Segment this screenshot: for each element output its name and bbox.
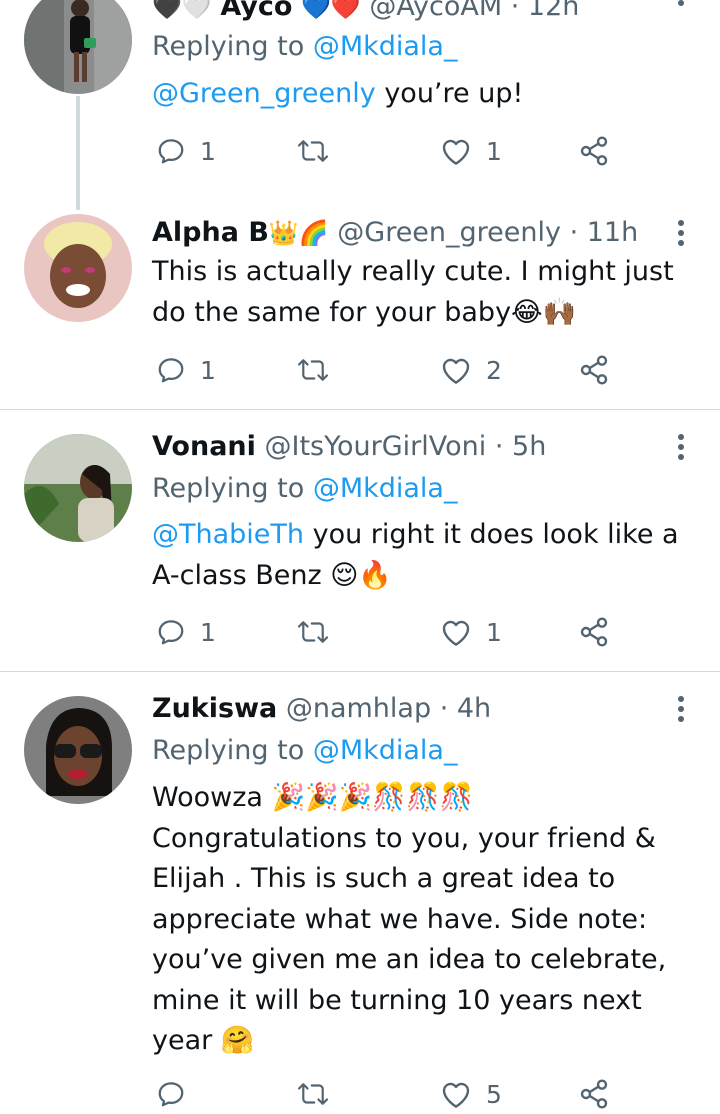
reply-button[interactable] bbox=[156, 1074, 200, 1114]
timestamp[interactable]: 11h bbox=[587, 217, 638, 248]
reply-icon bbox=[158, 1082, 184, 1107]
username[interactable]: @ItsYourGirlVoni bbox=[264, 431, 486, 462]
retweet-button[interactable] bbox=[296, 131, 344, 171]
reply-button[interactable]: 1 bbox=[156, 612, 216, 652]
tweet-text: @ThabieTh you right it does look like a … bbox=[152, 515, 697, 596]
share-icon bbox=[580, 136, 608, 166]
tweet-zukiswa[interactable]: Zukiswa @namhlap · 4h Replying to @Mkdia… bbox=[0, 672, 720, 1113]
retweet-icon bbox=[297, 140, 329, 162]
like-button[interactable]: 2 bbox=[440, 350, 502, 390]
more-icon[interactable] bbox=[678, 696, 684, 726]
username[interactable]: @AycoAM bbox=[369, 0, 502, 22]
reply-icon bbox=[158, 358, 184, 383]
like-count: 5 bbox=[486, 1079, 502, 1109]
share-icon bbox=[580, 355, 608, 385]
thread-line bbox=[76, 96, 80, 210]
share-button[interactable] bbox=[578, 1074, 610, 1114]
like-count: 2 bbox=[486, 355, 502, 385]
timestamp[interactable]: 5h bbox=[512, 431, 546, 462]
share-icon bbox=[580, 1079, 608, 1109]
tweet-actions: 1 1 bbox=[152, 131, 622, 171]
like-button[interactable]: 1 bbox=[440, 612, 502, 652]
heart-icon bbox=[442, 1082, 470, 1108]
replying-to: Replying to @Mkdiala_ bbox=[152, 30, 457, 64]
separator: · bbox=[431, 693, 457, 724]
share-icon bbox=[580, 617, 608, 647]
mention-link[interactable]: @ThabieTh bbox=[152, 519, 304, 550]
name-emojis: 💙❤️ bbox=[301, 0, 361, 21]
avatar[interactable] bbox=[24, 0, 132, 94]
reply-icon bbox=[158, 620, 184, 645]
more-icon[interactable] bbox=[678, 0, 684, 10]
tweet-actions: 1 1 bbox=[152, 612, 622, 652]
tweet-header: Zukiswa @namhlap · 4h bbox=[152, 692, 670, 726]
replying-to-link[interactable]: @Mkdiala_ bbox=[313, 31, 458, 62]
tweet-header: Vonani @ItsYourGirlVoni · 5h bbox=[152, 430, 670, 464]
avatar[interactable] bbox=[24, 214, 132, 322]
like-button[interactable]: 1 bbox=[440, 131, 502, 171]
display-name[interactable]: Zukiswa bbox=[152, 693, 277, 724]
reply-count: 1 bbox=[200, 136, 216, 166]
avatar[interactable] bbox=[24, 696, 132, 804]
tweet-actions: 1 2 bbox=[152, 350, 622, 390]
username[interactable]: @namhlap bbox=[286, 693, 431, 724]
tweet-text: @Green_greenly you’re up! bbox=[152, 74, 697, 115]
mention-link[interactable]: @Green_greenly bbox=[152, 78, 376, 109]
replying-to-link[interactable]: @Mkdiala_ bbox=[313, 473, 458, 504]
display-name[interactable]: Alpha B bbox=[152, 217, 269, 248]
tweet-body: Congratulations to you, your friend & El… bbox=[152, 822, 667, 1057]
tweet-ayco[interactable]: 🖤🤍 Ayco 💙❤️ @AycoAM · 12h Replying to @M… bbox=[0, 0, 720, 210]
tweet-alpha-b[interactable]: Alpha B👑🌈 @Green_greenly · 11h This is a… bbox=[0, 210, 720, 410]
replying-to: Replying to @Mkdiala_ bbox=[152, 734, 457, 768]
replying-to-label: Replying to bbox=[152, 473, 305, 504]
name-emojis: 👑🌈 bbox=[268, 219, 329, 247]
name-emojis: 🖤🤍 bbox=[152, 0, 212, 21]
more-icon[interactable] bbox=[678, 434, 684, 464]
heart-icon bbox=[442, 139, 470, 165]
share-button[interactable] bbox=[578, 350, 610, 390]
retweet-button[interactable] bbox=[296, 612, 344, 652]
replying-to-label: Replying to bbox=[152, 735, 305, 766]
like-count: 1 bbox=[486, 617, 502, 647]
timestamp[interactable]: 12h bbox=[528, 0, 579, 22]
heart-icon bbox=[442, 620, 470, 646]
reply-count: 1 bbox=[200, 355, 216, 385]
retweet-icon bbox=[297, 621, 329, 643]
share-button[interactable] bbox=[578, 131, 610, 171]
tweet-header: 🖤🤍 Ayco 💙❤️ @AycoAM · 12h bbox=[152, 0, 670, 24]
tweet-text: This is actually really cute. I might ju… bbox=[152, 256, 674, 328]
tweet-actions: 5 bbox=[152, 1074, 622, 1114]
timestamp[interactable]: 4h bbox=[457, 693, 491, 724]
share-button[interactable] bbox=[578, 612, 610, 652]
tweet-body: you’re up! bbox=[375, 78, 524, 109]
reply-button[interactable]: 1 bbox=[156, 350, 216, 390]
reply-icon bbox=[158, 139, 184, 164]
tweet-vonani[interactable]: Vonani @ItsYourGirlVoni · 5h Replying to… bbox=[0, 410, 720, 672]
reply-count: 1 bbox=[200, 617, 216, 647]
display-name[interactable]: Vonani bbox=[152, 431, 256, 462]
username[interactable]: @Green_greenly bbox=[337, 217, 561, 248]
heart-icon bbox=[442, 358, 470, 384]
more-icon[interactable] bbox=[678, 220, 684, 250]
display-name[interactable]: Ayco bbox=[220, 0, 292, 22]
separator: · bbox=[561, 217, 587, 248]
like-count: 1 bbox=[486, 136, 502, 166]
separator: · bbox=[502, 0, 528, 22]
like-button[interactable]: 5 bbox=[440, 1074, 502, 1114]
avatar[interactable] bbox=[24, 434, 132, 542]
tweet-body-line: Woowza 🎉🎉🎉🎊🎊🎊 bbox=[152, 782, 474, 813]
reply-button[interactable]: 1 bbox=[156, 131, 216, 171]
separator: · bbox=[486, 431, 513, 462]
retweet-icon bbox=[297, 1083, 329, 1105]
replying-to-link[interactable]: @Mkdiala_ bbox=[313, 735, 458, 766]
replying-to: Replying to @Mkdiala_ bbox=[152, 472, 457, 506]
retweet-button[interactable] bbox=[296, 1074, 344, 1114]
tweet-text: Woowza 🎉🎉🎉🎊🎊🎊 Congratulations to you, yo… bbox=[152, 778, 697, 1062]
retweet-button[interactable] bbox=[296, 350, 344, 390]
tweet-header: Alpha B👑🌈 @Green_greenly · 11h bbox=[152, 216, 670, 250]
retweet-icon bbox=[297, 359, 329, 381]
replying-to-label: Replying to bbox=[152, 31, 305, 62]
